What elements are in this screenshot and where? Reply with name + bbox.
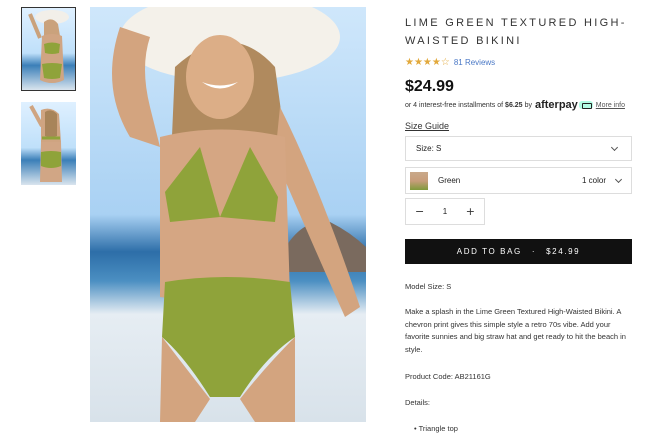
installment-amount: $6.25 [505, 101, 523, 109]
color-swatch [410, 171, 428, 190]
color-name: Green [438, 176, 461, 185]
chevron-down-icon [610, 143, 619, 151]
size-select[interactable]: Size: S [405, 136, 632, 161]
add-to-bag-separator: · [531, 247, 537, 256]
product-description: Make a splash in the Lime Green Textured… [405, 307, 626, 354]
product-title: LIME GREEN TEXTURED HIGH-WAISTED BIKINI [405, 17, 627, 47]
size-select-value: Size: S [416, 144, 442, 153]
quantity-value[interactable]: 1 [443, 207, 447, 216]
product-code: Product Code: AB21161G [405, 372, 491, 381]
rating[interactable]: ★★★★☆ 81 Reviews [405, 56, 495, 68]
afterpay-logo: afterpay [535, 99, 593, 111]
installments-text: or 4 interest-free installments of [405, 101, 504, 109]
add-to-bag-label: ADD TO BAG [456, 247, 522, 256]
details-item-text: Triangle top [418, 424, 458, 433]
color-select[interactable]: Green 1 color [405, 167, 632, 194]
main-product-photo[interactable] [90, 7, 366, 422]
details-heading: Details: [405, 398, 431, 407]
plus-icon[interactable]: + [466, 205, 475, 218]
thumbnail-back[interactable] [21, 102, 76, 185]
afterpay-installments: or 4 interest-free installments of $6.25… [405, 99, 625, 111]
add-to-bag-price: $24.99 [546, 247, 581, 256]
minus-icon[interactable]: − [415, 205, 424, 218]
color-count: 1 color [581, 176, 606, 185]
model-photo-illustration [112, 7, 366, 422]
more-info-link[interactable]: More info [596, 102, 625, 109]
afterpay-icon [578, 101, 593, 109]
chevron-down-icon [614, 175, 623, 183]
thumbnail-front-image [28, 10, 69, 83]
star-rating-icon: ★★★★☆ [405, 56, 450, 68]
installments-by: by [524, 101, 532, 109]
details-list-item: • Triangle top [414, 424, 458, 433]
thumbnail-back-image [29, 105, 62, 182]
afterpay-logo-text: afterpay [534, 99, 578, 111]
quantity-stepper[interactable]: − 1 + [405, 198, 485, 225]
product-price: $24.99 [405, 78, 454, 95]
reviews-link[interactable]: 81 Reviews [454, 58, 495, 67]
thumbnail-front[interactable] [21, 7, 76, 91]
model-size: Model Size: S [405, 282, 452, 291]
size-guide-link[interactable]: Size Guide [405, 121, 449, 131]
add-to-bag-button[interactable]: ADD TO BAG · $24.99 [405, 239, 632, 264]
